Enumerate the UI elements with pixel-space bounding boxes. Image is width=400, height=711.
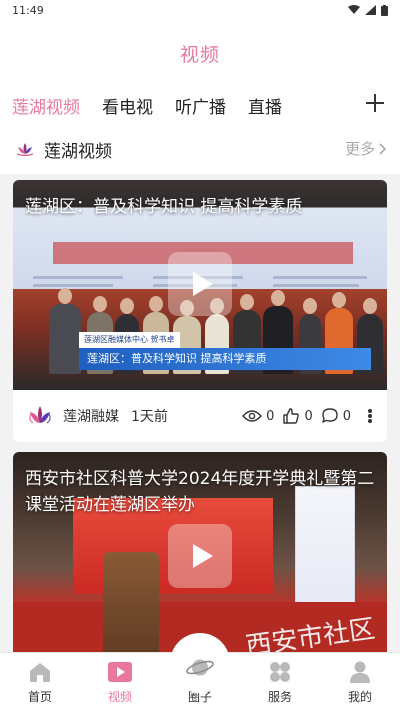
- page-header: 视频: [0, 20, 400, 86]
- comment-button[interactable]: 0: [321, 407, 351, 425]
- nav-circle[interactable]: 圈子: [160, 633, 240, 711]
- video-card[interactable]: 莲湖区融媒体中心 贺书卓 莲湖区：普及科学知识 提高科学素质 莲湖区：普及科学知…: [13, 180, 387, 442]
- video-feed: 莲湖区融媒体中心 贺书卓 莲湖区：普及科学知识 提高科学素质 莲湖区：普及科学知…: [0, 174, 400, 652]
- channel-tabs: 莲湖视频 看电视 听广播 直播: [0, 86, 400, 124]
- add-channel-icon[interactable]: [362, 90, 388, 116]
- play-button[interactable]: [168, 524, 232, 588]
- tab-live[interactable]: 直播: [248, 93, 282, 118]
- planet-icon: [186, 659, 214, 676]
- author-name[interactable]: 莲湖融媒: [63, 406, 119, 426]
- video-thumbnail[interactable]: 西安市社区 西安市社区科普大学2024年度开学典礼暨第二课堂活动在莲湖区举办: [13, 452, 387, 652]
- card-meta: 莲湖融媒 1天前 0 0 0: [13, 390, 387, 442]
- video-icon: [108, 662, 132, 682]
- post-time: 1天前: [131, 409, 168, 425]
- section-header: 莲湖视频 更多: [0, 124, 400, 174]
- play-button[interactable]: [168, 252, 232, 316]
- like-button[interactable]: 0: [282, 407, 313, 425]
- card-stats: 0 0 0: [242, 390, 377, 442]
- battery-icon: [381, 4, 388, 16]
- services-icon: [270, 662, 290, 682]
- video-thumbnail[interactable]: 莲湖区融媒体中心 贺书卓 莲湖区：普及科学知识 提高科学素质 莲湖区：普及科学知…: [13, 180, 387, 390]
- thumbs-up-icon: [283, 408, 300, 424]
- image-caption: 莲湖区：普及科学知识 提高科学素质: [79, 348, 371, 370]
- wifi-icon: [348, 5, 360, 14]
- page-title: 视频: [179, 43, 220, 66]
- home-icon: [30, 663, 50, 682]
- eye-icon: [242, 410, 263, 422]
- nav-home[interactable]: 首页: [0, 653, 80, 711]
- tab-lianhu-video[interactable]: 莲湖视频: [12, 93, 80, 118]
- video-title: 莲湖区：普及科学知识 提高科学素质: [25, 197, 303, 217]
- author-avatar-icon[interactable]: [25, 401, 55, 431]
- nav-services[interactable]: 服务: [240, 653, 320, 711]
- nav-label: 视频: [107, 690, 132, 704]
- more-link[interactable]: 更多: [345, 138, 386, 159]
- status-time: 11:49: [12, 3, 44, 17]
- video-title: 西安市社区科普大学2024年度开学典礼暨第二课堂活动在莲湖区举办: [25, 469, 375, 515]
- tab-listen-radio[interactable]: 听广播: [175, 93, 226, 118]
- chevron-right-icon: [379, 142, 386, 155]
- nav-label: 服务: [267, 690, 292, 704]
- tab-watch-tv[interactable]: 看电视: [102, 93, 153, 118]
- nav-label: 我的: [347, 690, 372, 704]
- view-count: 0: [242, 409, 274, 424]
- more-options-icon[interactable]: [363, 406, 377, 426]
- more-label: 更多: [344, 140, 375, 158]
- video-card[interactable]: 西安市社区 西安市社区科普大学2024年度开学典礼暨第二课堂活动在莲湖区举办: [13, 452, 387, 652]
- bottom-nav: 首页 视频 圈子 服务 我的: [0, 633, 400, 711]
- nav-label: 首页: [27, 690, 52, 704]
- status-bar: 11:49: [0, 0, 400, 20]
- nav-profile[interactable]: 我的: [320, 653, 400, 711]
- signal-icon: [365, 5, 376, 15]
- status-icons: [348, 4, 388, 16]
- comment-icon: [322, 408, 338, 423]
- section-title: 莲湖视频: [44, 141, 112, 162]
- caption-tag: 莲湖区融媒体中心 贺书卓: [79, 332, 180, 348]
- lotus-logo-icon: [16, 143, 34, 157]
- nav-video[interactable]: 视频: [80, 653, 160, 711]
- profile-icon: [350, 661, 370, 683]
